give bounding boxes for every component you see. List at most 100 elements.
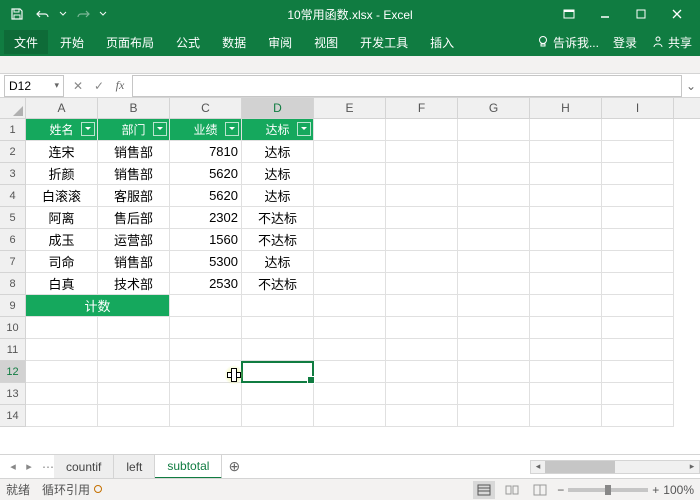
expand-formula-bar-button[interactable]: ⌄ bbox=[682, 75, 700, 97]
row-4[interactable]: 4 bbox=[0, 185, 26, 207]
data-cell[interactable]: 连宋 bbox=[26, 141, 98, 163]
tab-data[interactable]: 数据 bbox=[212, 30, 256, 54]
col-a[interactable]: A bbox=[26, 98, 98, 118]
select-all-corner[interactable] bbox=[0, 98, 26, 118]
row-11[interactable]: 11 bbox=[0, 339, 26, 361]
zoom-slider[interactable] bbox=[568, 488, 648, 492]
sheet-tab-countif[interactable]: countif bbox=[54, 455, 114, 479]
header-dept[interactable]: 部门 bbox=[98, 119, 170, 141]
formula-input[interactable] bbox=[132, 75, 682, 97]
name-box-dropdown-icon: ▾ bbox=[54, 80, 59, 91]
save-button[interactable] bbox=[6, 3, 28, 25]
data-cell[interactable]: 7810 bbox=[170, 141, 242, 163]
row-5[interactable]: 5 bbox=[0, 207, 26, 229]
zoom-in-button[interactable]: + bbox=[652, 483, 659, 497]
row-7[interactable]: 7 bbox=[0, 251, 26, 273]
quick-access-toolbar bbox=[6, 3, 108, 25]
data-cell[interactable]: 销售部 bbox=[98, 141, 170, 163]
tab-developer[interactable]: 开发工具 bbox=[350, 30, 418, 54]
scroll-right-button[interactable]: ▸ bbox=[685, 461, 699, 473]
col-i[interactable]: I bbox=[602, 98, 674, 118]
col-h[interactable]: H bbox=[530, 98, 602, 118]
filter-icon[interactable] bbox=[297, 122, 311, 136]
circular-ref-icon bbox=[93, 484, 103, 494]
page-break-view-button[interactable] bbox=[529, 481, 551, 499]
minimize-button[interactable] bbox=[588, 3, 622, 25]
signin-button[interactable]: 登录 bbox=[609, 30, 641, 54]
row-2[interactable]: 2 bbox=[0, 141, 26, 163]
row-12[interactable]: 12 bbox=[0, 361, 26, 383]
column-headers: A B C D E F G H I bbox=[0, 98, 700, 119]
ribbon-collapse-button[interactable] bbox=[552, 3, 586, 25]
col-e[interactable]: E bbox=[314, 98, 386, 118]
zoom-out-button[interactable]: − bbox=[557, 483, 564, 497]
ribbon-collapsed-strip bbox=[0, 56, 700, 74]
header-target[interactable]: 达标 bbox=[242, 119, 314, 141]
col-b[interactable]: B bbox=[98, 98, 170, 118]
tab-layout[interactable]: 页面布局 bbox=[96, 30, 164, 54]
sheet-nav-next[interactable]: ▸ bbox=[22, 458, 36, 476]
sheet-nav-menu[interactable]: ⋯ bbox=[42, 460, 54, 474]
title-bar: 10常用函数.xlsx - Excel bbox=[0, 0, 700, 28]
col-c[interactable]: C bbox=[170, 98, 242, 118]
row-10[interactable]: 10 bbox=[0, 317, 26, 339]
page-layout-view-button[interactable] bbox=[501, 481, 523, 499]
row-9[interactable]: 9 bbox=[0, 295, 26, 317]
scroll-left-button[interactable]: ◂ bbox=[531, 461, 545, 473]
tab-formulas[interactable]: 公式 bbox=[166, 30, 210, 54]
sheet-tab-subtotal[interactable]: subtotal bbox=[155, 455, 222, 479]
filter-icon[interactable] bbox=[81, 122, 95, 136]
accept-formula-button[interactable]: ✓ bbox=[89, 76, 109, 96]
col-f[interactable]: F bbox=[386, 98, 458, 118]
tab-file[interactable]: 文件 bbox=[4, 30, 48, 54]
insert-function-button[interactable]: fx bbox=[110, 76, 130, 96]
sheet-nav-prev[interactable]: ◂ bbox=[6, 458, 20, 476]
active-cell[interactable] bbox=[242, 361, 314, 383]
lightbulb-icon bbox=[536, 35, 550, 49]
close-button[interactable] bbox=[660, 3, 694, 25]
tab-insert[interactable]: 插入 bbox=[420, 30, 464, 54]
row-14[interactable]: 14 bbox=[0, 405, 26, 427]
data-cell[interactable]: 达标 bbox=[242, 141, 314, 163]
header-perf[interactable]: 业绩 bbox=[170, 119, 242, 141]
cancel-formula-button[interactable]: ✕ bbox=[68, 76, 88, 96]
count-cell[interactable]: 计数 bbox=[26, 295, 170, 317]
worksheet-grid[interactable]: A B C D E F G H I 1 姓名 部门 业绩 达标 2连宋销售部78… bbox=[0, 98, 700, 454]
tab-view[interactable]: 视图 bbox=[304, 30, 348, 54]
normal-view-button[interactable] bbox=[473, 481, 495, 499]
row-1[interactable]: 1 bbox=[0, 119, 26, 141]
name-box[interactable]: D12 ▾ bbox=[4, 75, 64, 97]
share-button[interactable]: 共享 bbox=[647, 30, 696, 54]
formula-bar: D12 ▾ ✕ ✓ fx ⌄ bbox=[0, 74, 700, 98]
col-d[interactable]: D bbox=[242, 98, 314, 118]
scroll-thumb[interactable] bbox=[545, 461, 615, 473]
filter-icon[interactable] bbox=[225, 122, 239, 136]
new-sheet-button[interactable]: ⊕ bbox=[222, 458, 246, 475]
status-bar: 就绪 循环引用 − + 100% bbox=[0, 478, 700, 500]
tab-home[interactable]: 开始 bbox=[50, 30, 94, 54]
row-3[interactable]: 3 bbox=[0, 163, 26, 185]
undo-button[interactable] bbox=[32, 3, 54, 25]
sheet-tab-bar: ◂ ▸ ⋯ countif left subtotal ⊕ ◂ ▸ bbox=[0, 454, 700, 478]
share-label: 共享 bbox=[668, 34, 692, 51]
maximize-button[interactable] bbox=[624, 3, 658, 25]
header-name[interactable]: 姓名 bbox=[26, 119, 98, 141]
sheet-tab-left[interactable]: left bbox=[114, 455, 155, 479]
row-13[interactable]: 13 bbox=[0, 383, 26, 405]
row-8[interactable]: 8 bbox=[0, 273, 26, 295]
window-title: 10常用函数.xlsx - Excel bbox=[287, 6, 412, 23]
share-icon bbox=[651, 35, 665, 49]
col-g[interactable]: G bbox=[458, 98, 530, 118]
undo-dropdown[interactable] bbox=[58, 3, 68, 25]
tell-me-search[interactable]: 告诉我... bbox=[532, 30, 603, 54]
row-6[interactable]: 6 bbox=[0, 229, 26, 251]
window-controls bbox=[552, 3, 694, 25]
status-circular-ref: 循环引用 bbox=[42, 481, 103, 498]
qat-customize[interactable] bbox=[98, 3, 108, 25]
rows: 1 姓名 部门 业绩 达标 2连宋销售部7810达标 3折颜销售部5620达标 … bbox=[0, 119, 700, 454]
redo-button[interactable] bbox=[72, 3, 94, 25]
filter-icon[interactable] bbox=[153, 122, 167, 136]
tab-review[interactable]: 审阅 bbox=[258, 30, 302, 54]
zoom-level[interactable]: 100% bbox=[663, 483, 694, 497]
horizontal-scrollbar[interactable]: ◂ ▸ bbox=[530, 460, 700, 474]
